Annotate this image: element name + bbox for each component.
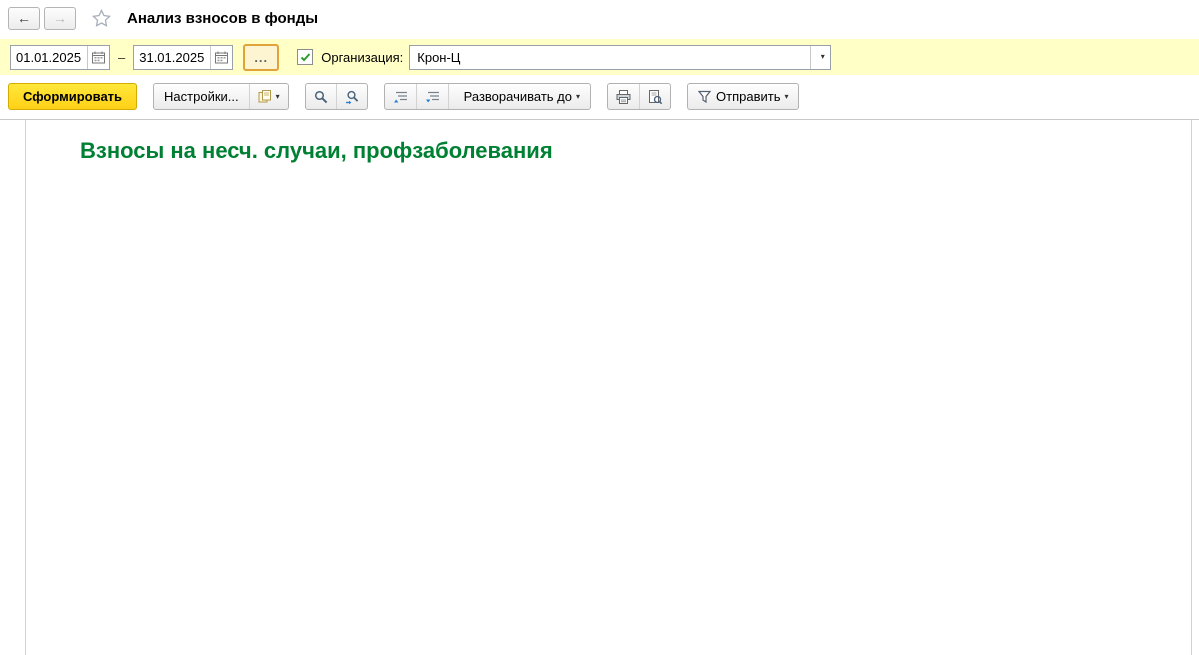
chevron-down-icon: ▾ [784,93,788,101]
search-group [305,83,368,110]
forward-arrow-icon: → [53,10,67,26]
send-funnel-icon [698,90,711,103]
search-button[interactable] [306,84,337,109]
report-right-edge [1191,120,1192,655]
print-button[interactable] [608,84,640,109]
chevron-down-icon: ▾ [576,93,580,101]
window-header: ← → Анализ взносов в фонды [0,0,1199,34]
org-dropdown-button[interactable]: ▾ [810,46,830,69]
report-document: Взносы на несч. случаи, профзаболевания [0,120,1199,164]
print-preview-icon [648,90,662,104]
chevron-down-icon: ▾ [276,93,280,101]
print-group [607,83,671,110]
forward-button[interactable]: → [44,7,76,30]
expand-groups-button[interactable] [417,84,449,109]
send-group: Отправить ▾ [687,83,799,110]
report-area: Взносы на несч. случаи, профзаболевания [0,120,1199,655]
report-left-edge [25,120,26,655]
period-separator: – [116,50,127,65]
org-checkbox[interactable] [297,49,313,65]
calendar-icon[interactable] [210,46,232,69]
settings-button[interactable]: Настройки... [154,84,250,109]
send-button[interactable]: Отправить ▾ [688,84,798,109]
org-label: Организация: [321,50,403,65]
chevron-down-icon: ▾ [821,53,825,61]
expand-all-icon [425,90,440,104]
period-from-input[interactable] [11,46,87,69]
repeat-search-icon [345,90,359,104]
report-toolbar: Сформировать Настройки... ▾ [0,75,1199,119]
collapse-groups-button[interactable] [385,84,417,109]
send-label: Отправить [716,89,780,104]
back-arrow-icon: ← [17,10,31,26]
collapse-all-icon [393,90,408,104]
org-combo: ▾ [409,45,831,70]
period-to-field [133,45,233,70]
expand-to-label: Разворачивать до [464,89,572,104]
printer-icon [616,90,631,104]
org-input[interactable] [410,46,810,69]
search-icon [314,90,328,104]
settings-group: Настройки... ▾ [153,83,289,110]
report-variants-button[interactable]: ▾ [250,84,288,109]
back-button[interactable]: ← [8,7,40,30]
report-variant-icon [258,90,272,103]
period-more-button[interactable]: ... [243,44,279,71]
find-next-button[interactable] [337,84,367,109]
favorite-star-icon[interactable] [92,9,111,27]
calendar-icon[interactable] [87,46,109,69]
filter-panel: – ... Организация: ▾ [0,39,1199,75]
generate-button[interactable]: Сформировать [8,83,137,110]
page-title: Анализ взносов в фонды [127,10,318,27]
print-preview-button[interactable] [640,84,670,109]
report-title: Взносы на несч. случаи, профзаболевания [80,138,1199,164]
period-from-field [10,45,110,70]
period-to-input[interactable] [134,46,210,69]
grouping-group: Разворачивать до ▾ [384,83,591,110]
expand-to-button[interactable]: Разворачивать до ▾ [449,84,590,109]
